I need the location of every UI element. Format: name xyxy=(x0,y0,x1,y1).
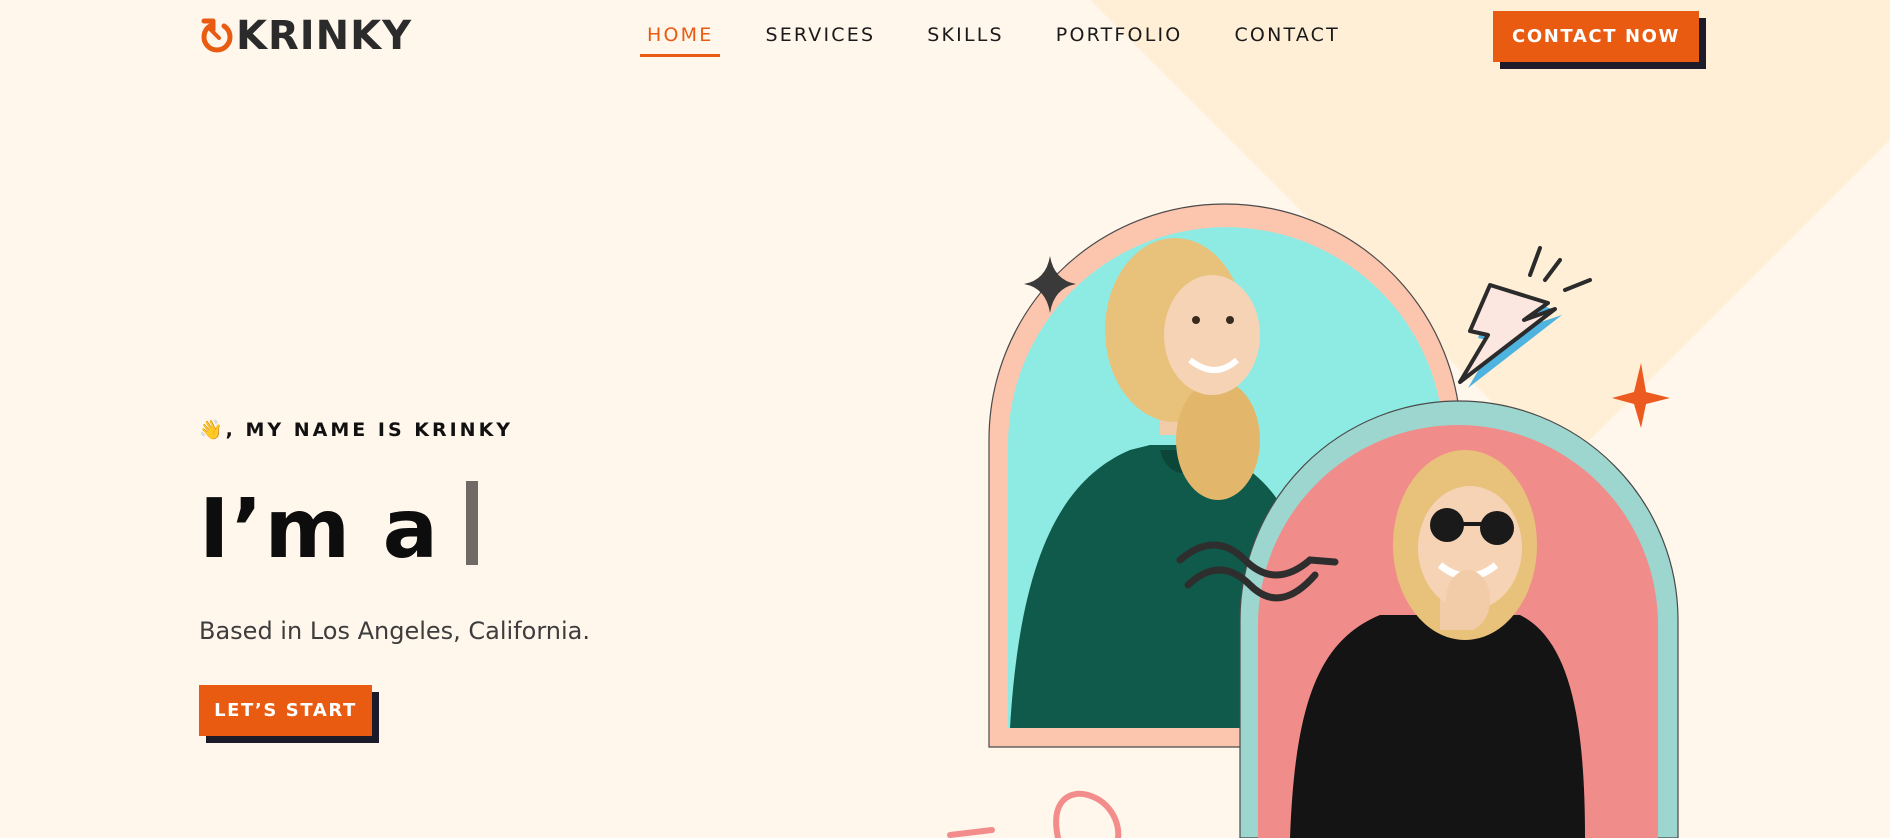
contact-now-button[interactable]: CONTACT NOW xyxy=(1493,11,1699,62)
nav-skills[interactable]: SKILLS xyxy=(920,24,1011,46)
nav-contact[interactable]: CONTACT xyxy=(1227,24,1347,46)
hero-location: Based in Los Angeles, California. xyxy=(199,617,590,645)
lightning-icon xyxy=(1458,246,1592,388)
logo[interactable]: KRINKY xyxy=(199,14,412,58)
lets-start-button[interactable]: LET’S START xyxy=(199,685,372,736)
orange-star-icon xyxy=(1612,363,1670,428)
nav-portfolio[interactable]: PORTFOLIO xyxy=(1049,24,1190,46)
main-nav: HOME SERVICES SKILLS PORTFOLIO CONTACT xyxy=(640,24,1347,57)
nav-home[interactable]: HOME xyxy=(640,24,721,57)
hero-intro: 👋, MY NAME IS KRINKY xyxy=(199,419,514,441)
nav-services[interactable]: SERVICES xyxy=(758,24,882,46)
photo-frame-front xyxy=(1239,400,1679,838)
logo-text: KRINKY xyxy=(236,13,413,59)
hero-headline: I’m a xyxy=(199,480,478,580)
pink-swirl-decoration xyxy=(947,790,1122,838)
site-header: KRINKY HOME SERVICES SKILLS PORTFOLIO CO… xyxy=(0,0,1890,74)
hero-headline-text: I’m a xyxy=(199,482,440,577)
typing-cursor xyxy=(466,481,478,565)
logo-power-icon xyxy=(201,18,233,53)
